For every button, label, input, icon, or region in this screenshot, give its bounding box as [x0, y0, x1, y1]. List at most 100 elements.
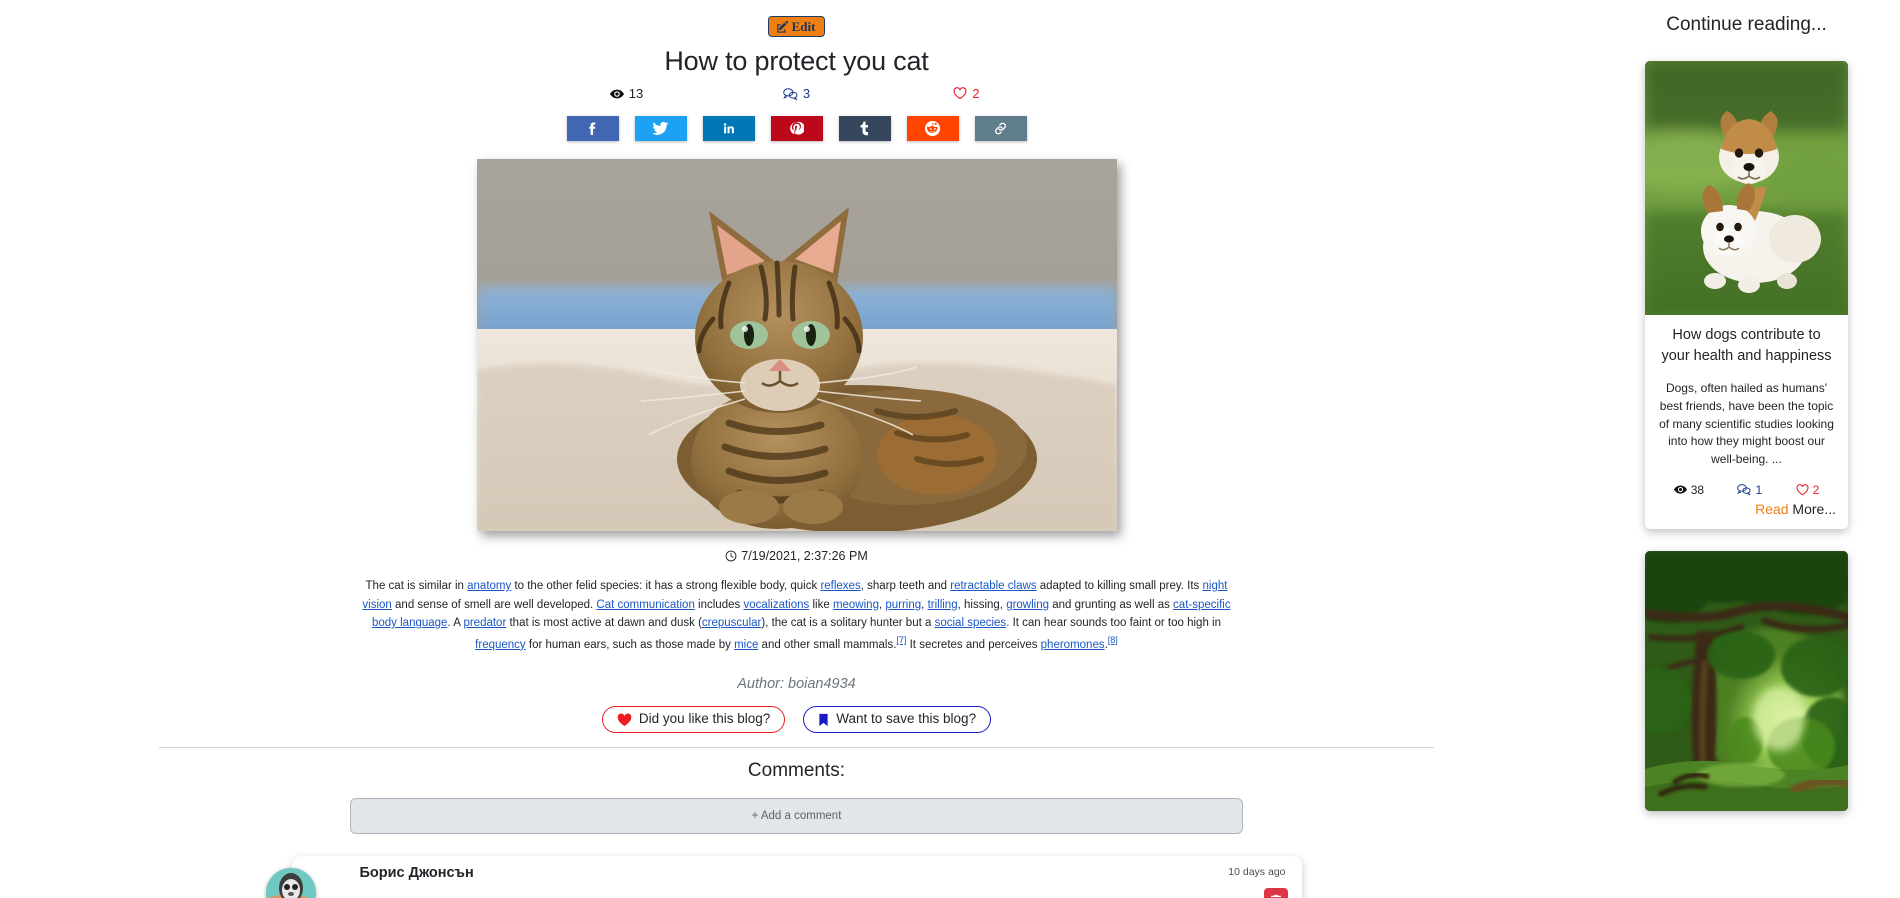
pinterest-icon [789, 121, 804, 136]
recommended-likes-count: 2 [1812, 482, 1820, 497]
article-text-1: The cat is similar in [365, 580, 468, 592]
link-predator[interactable]: predator [463, 617, 506, 629]
comments-heading: Comments: [747, 760, 846, 782]
article-text-5: and sense of smell are well developed. [391, 598, 597, 611]
add-comment-button[interactable]: + Add a comment [350, 797, 1243, 834]
sidebar-title: Continue reading... [1666, 14, 1827, 35]
hero-image-container [0, 159, 1593, 536]
post-stats-row: 13 3 2 [0, 86, 1593, 101]
edit-button-container: Edit [0, 16, 1593, 38]
save-blog-label: Want to save this blog? [836, 711, 977, 727]
read-more-link[interactable]: Read More... [1657, 501, 1836, 517]
eye-icon [609, 87, 624, 101]
link-cat-communication[interactable]: Cat communication [596, 599, 694, 611]
recommended-post-card-1[interactable]: How dogs contribute to your health and h… [1645, 61, 1848, 529]
add-comment-label: + Add a comment [751, 809, 842, 822]
recommended-views-count: 38 [1690, 482, 1705, 497]
like-blog-label: Did you like this blog? [638, 711, 771, 727]
share-tumblr-button[interactable] [838, 116, 891, 141]
linkedin-icon [721, 121, 736, 136]
recommended-post-title: How dogs contribute to your health and h… [1661, 327, 1832, 365]
heart-filled-icon [617, 713, 632, 727]
link-crepuscular[interactable]: crepuscular [702, 617, 761, 629]
comment-list: Борис Джонсън Hellooooo 10 days ago [265, 855, 1302, 898]
link-trilling[interactable]: trilling [928, 599, 958, 611]
heart-outline-icon [1796, 483, 1809, 496]
link-vocalizations[interactable]: vocalizations [743, 599, 809, 611]
bookmark-icon [818, 713, 829, 727]
reference-7[interactable]: [7] [896, 635, 906, 645]
article-text-12: . A [447, 617, 464, 630]
link-growling[interactable]: growling [1006, 599, 1049, 611]
post-author: Author: boian4934 [737, 676, 856, 693]
article-text-17: and other small mammals. [758, 638, 897, 651]
link-frequency[interactable]: frequency [475, 639, 526, 651]
likes-stat: 2 [882, 86, 1052, 101]
article-text-2: to the other felid species: it has a str… [511, 580, 821, 592]
views-stat: 13 [542, 86, 712, 101]
article-text-10: , hissing, [957, 598, 1007, 611]
link-social-species[interactable]: social species [935, 617, 1007, 629]
trash-icon [1270, 894, 1282, 898]
comment-author: Борис Джонсън [359, 864, 474, 881]
post-action-row: Did you like this blog? Want to save thi… [0, 706, 1593, 734]
save-blog-button[interactable]: Want to save this blog? [803, 706, 992, 734]
post-title: How to protect you cat [664, 46, 929, 76]
recommended-post-card-2[interactable] [1645, 550, 1848, 811]
share-linkedin-button[interactable] [702, 116, 755, 141]
link-chain-icon [993, 121, 1008, 136]
views-count: 13 [628, 86, 644, 101]
article-text-15: . It can hear sounds too faint or too hi… [1006, 617, 1221, 630]
heart-outline-icon [953, 87, 967, 100]
share-pinterest-button[interactable] [770, 116, 823, 141]
article-text-6: includes [694, 598, 744, 611]
article-text-16: for human ears, such as those made by [525, 638, 735, 651]
article-text-7: like [809, 598, 833, 611]
share-twitter-button[interactable] [634, 116, 687, 141]
continue-reading-sidebar: Continue reading... How dogs contribute … [1593, 0, 1900, 898]
comments-stat: 3 [712, 86, 882, 101]
comments-count: 3 [802, 86, 811, 101]
recommended-post-description: Dogs, often hailed as humans' best frien… [1659, 381, 1834, 467]
section-divider [159, 747, 1434, 749]
edit-button-label: Edit [791, 19, 816, 34]
comments-icon [1737, 483, 1752, 496]
link-meowing[interactable]: meowing [833, 599, 879, 611]
recommended-post-body: How dogs contribute to your health and h… [1645, 315, 1848, 529]
delete-comment-button[interactable] [1263, 887, 1288, 898]
pencil-edit-icon [776, 20, 789, 33]
post-date-row: 7/19/2021, 2:37:26 PM [0, 549, 1593, 563]
article-text-4: adapted to killing small prey. Its [1036, 580, 1203, 592]
link-retractable-claws[interactable]: retractable claws [950, 580, 1036, 592]
share-reddit-button[interactable] [906, 116, 959, 141]
edit-post-button[interactable]: Edit [767, 16, 826, 37]
eye-icon [1673, 483, 1687, 496]
article-text-14: ), the cat is a solitary hunter but a [761, 617, 935, 630]
share-copy-link-button[interactable] [974, 116, 1027, 141]
like-blog-button[interactable]: Did you like this blog? [601, 706, 786, 734]
article-text-18: It secretes and perceives [906, 638, 1041, 651]
post-date: 7/19/2021, 2:37:26 PM [741, 549, 868, 563]
comment-timestamp: 10 days ago [1228, 865, 1286, 878]
article-body: The cat is similar in anatomy to the oth… [357, 577, 1237, 654]
reference-8[interactable]: [8] [1108, 635, 1118, 645]
avatar [265, 867, 316, 898]
link-pheromones[interactable]: pheromones [1041, 639, 1105, 651]
recommended-comments-count: 1 [1755, 482, 1763, 497]
recommended-comments-stat: 1 [1737, 483, 1762, 497]
link-purring[interactable]: purring [885, 599, 921, 611]
link-mice[interactable]: mice [734, 639, 758, 651]
link-anatomy[interactable]: anatomy [467, 580, 511, 592]
recommended-post-stats: 38 1 2 [1657, 483, 1836, 497]
link-reflexes[interactable]: reflexes [820, 580, 860, 592]
reddit-icon [924, 120, 941, 137]
facebook-icon [585, 121, 600, 136]
share-facebook-button[interactable] [566, 116, 619, 141]
read-more-accent: Read [1755, 500, 1793, 517]
tumblr-icon [858, 121, 871, 136]
likes-count: 2 [972, 86, 980, 101]
recommended-post-image-forest [1645, 550, 1848, 811]
clock-icon [725, 550, 737, 562]
recommended-likes-stat: 2 [1796, 482, 1820, 497]
recommended-post-image-dogs [1645, 61, 1848, 315]
